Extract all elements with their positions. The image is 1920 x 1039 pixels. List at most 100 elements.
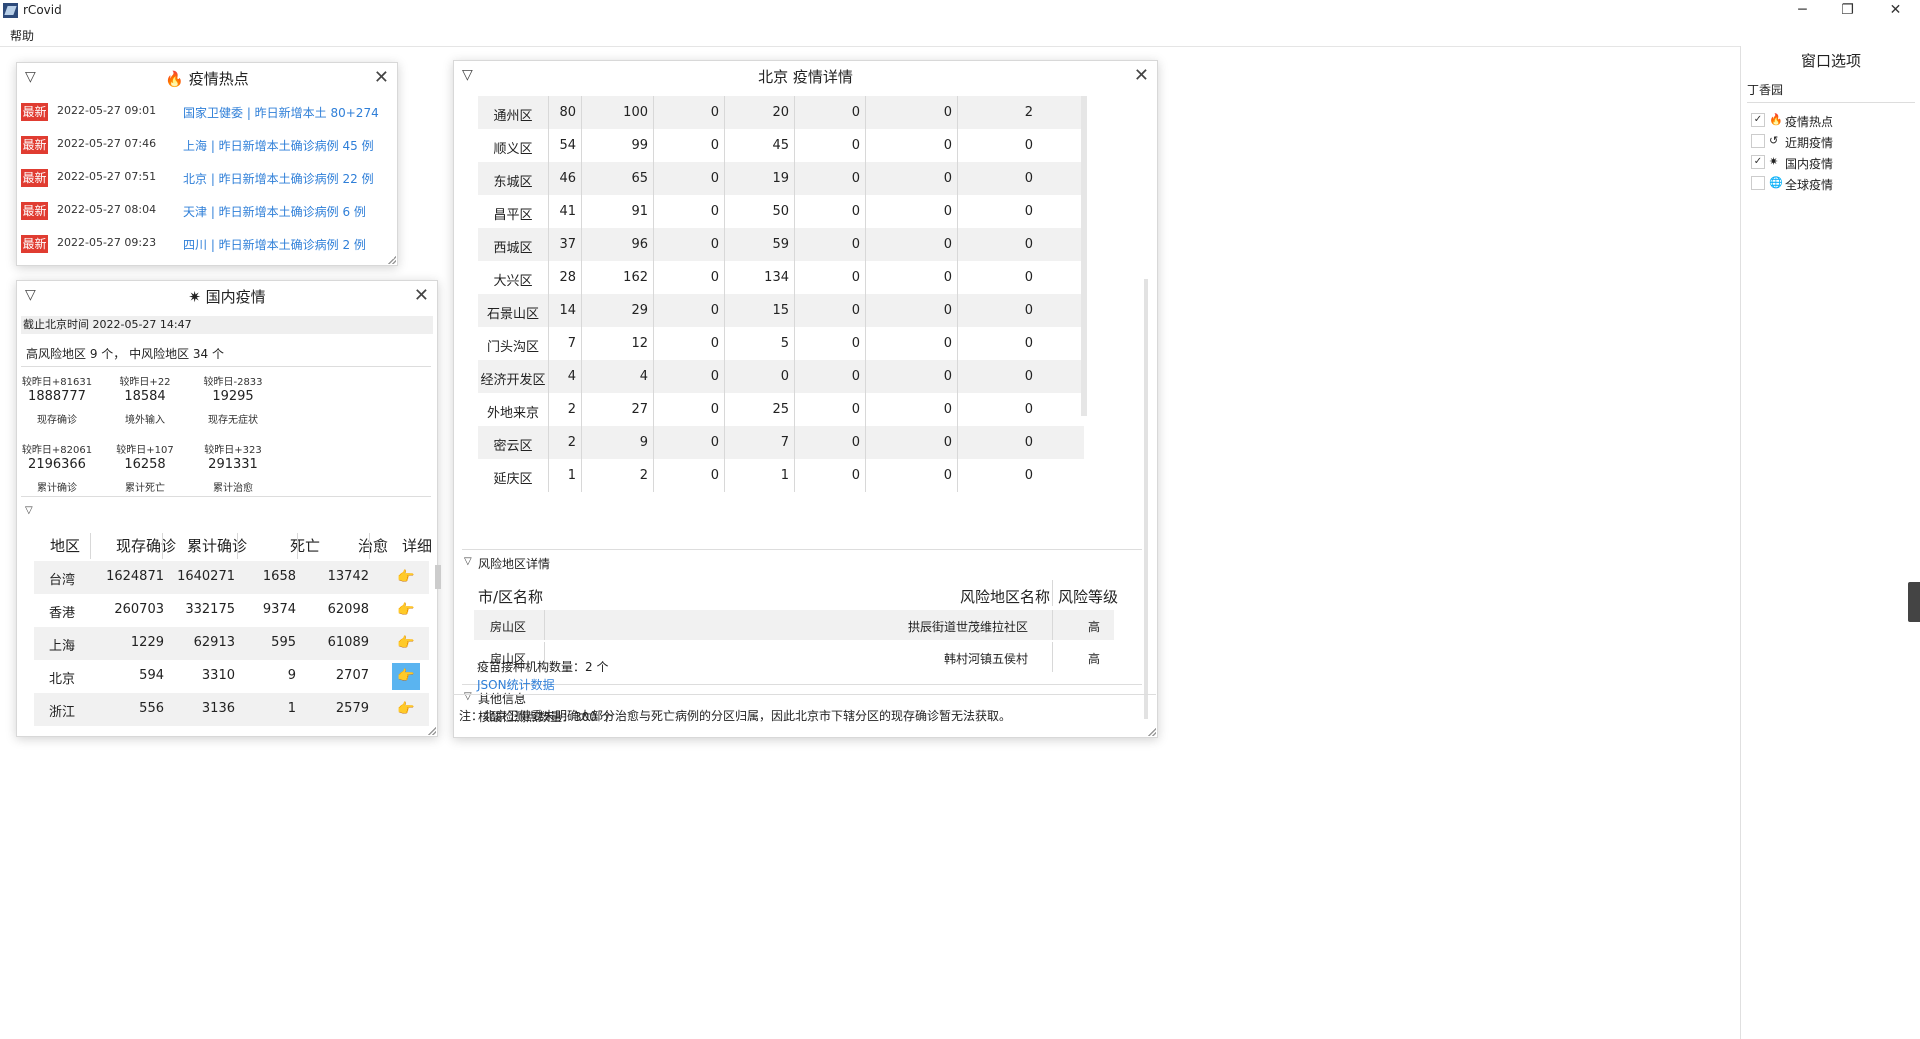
option-domestic[interactable]: ✓ ✷ 国内疫情	[1741, 152, 1920, 172]
table-row[interactable]: 浙江 556 3136 1 2579 👉	[34, 693, 429, 726]
column-separator	[724, 294, 725, 327]
theme-label: 丁香园	[1747, 83, 1784, 97]
close-icon[interactable]: ✕	[374, 67, 389, 88]
option-hot[interactable]: ✓ 🔥 疫情热点	[1741, 110, 1920, 130]
table-row[interactable]: 香港 260703 332175 9374 62098 👉	[34, 594, 429, 627]
risk-col-area[interactable]: 风险地区名称	[960, 586, 1050, 607]
district-row[interactable]: 外地来京 2 27 0 25 0 0 0	[478, 393, 1084, 426]
table-row[interactable]: 台湾 1624871 1640271 1658 13742 👉	[34, 561, 429, 594]
district-row[interactable]: 经济开发区 4 4 0 0 0 0 0	[478, 360, 1084, 393]
hot-news-link[interactable]: 国家卫健委 | 昨日新增本土 80+274	[183, 104, 379, 121]
checkbox-recent[interactable]	[1751, 134, 1765, 148]
detail-pointer-icon[interactable]: 👉	[392, 663, 420, 690]
column-separator	[865, 459, 866, 492]
district-row[interactable]: 延庆区 1 2 0 1 0 0 0	[478, 459, 1084, 492]
close-icon[interactable]: ✕	[1134, 65, 1149, 86]
close-window-button[interactable]: ✕	[1873, 0, 1918, 22]
collapse-triangle-icon[interactable]: ▽	[464, 691, 472, 702]
table-row[interactable]: 北京 594 3310 9 2707 👉	[34, 660, 429, 693]
checkbox-global[interactable]	[1751, 176, 1765, 190]
district-cell: 99	[631, 138, 648, 153]
column-separator	[865, 393, 866, 426]
scrollbar[interactable]	[1081, 96, 1087, 416]
minimize-button[interactable]: ─	[1780, 0, 1825, 22]
resize-grip[interactable]	[388, 256, 396, 264]
risk-col-city[interactable]: 市/区名称	[478, 586, 543, 607]
column-separator	[957, 96, 958, 129]
detail-pointer-icon[interactable]: 👉	[392, 564, 420, 591]
column-separator	[653, 393, 654, 426]
district-cell: 2	[1024, 105, 1033, 120]
district-cell: 0	[710, 171, 719, 186]
district-row[interactable]: 通州区 80 100 0 20 0 0 2	[478, 96, 1084, 129]
district-row[interactable]: 顺义区 54 99 0 45 0 0 0	[478, 129, 1084, 162]
district-cell: 50	[772, 204, 789, 219]
restore-button[interactable]: ❐	[1825, 0, 1870, 22]
scrollbar[interactable]	[435, 565, 441, 589]
district-row[interactable]: 石景山区 14 29 0 15 0 0 0	[478, 294, 1084, 327]
district-row[interactable]: 昌平区 41 91 0 50 0 0 0	[478, 195, 1084, 228]
district-row[interactable]: 密云区 2 9 0 7 0 0 0	[478, 426, 1084, 459]
district-row[interactable]: 东城区 46 65 0 19 0 0 0	[478, 162, 1084, 195]
column-separator	[724, 393, 725, 426]
district-cell: 45	[772, 138, 789, 153]
district-row[interactable]: 门头沟区 7 12 0 5 0 0 0	[478, 327, 1084, 360]
column-separator	[653, 360, 654, 393]
table-row[interactable]: 上海 1229 62913 595 61089 👉	[34, 627, 429, 660]
district-cell: 91	[631, 204, 648, 219]
resize-grip[interactable]	[1148, 728, 1156, 736]
district-cell: 0	[710, 435, 719, 450]
col-death[interactable]: 死亡	[290, 535, 320, 556]
title-bar: rCovid ─ ❐ ✕	[0, 0, 1920, 22]
district-cell: 0	[710, 369, 719, 384]
column-separator	[653, 129, 654, 162]
detail-pointer-icon[interactable]: 👉	[392, 630, 420, 657]
cell-value: 595	[271, 635, 296, 650]
checkbox-hot[interactable]: ✓	[1751, 113, 1765, 127]
menu-help[interactable]: 帮助	[10, 27, 34, 44]
column-separator	[653, 261, 654, 294]
column-separator	[724, 360, 725, 393]
detail-pointer-icon[interactable]: 👉	[392, 696, 420, 723]
detail-pointer-icon[interactable]: 👉	[392, 597, 420, 624]
option-global[interactable]: 🌐 全球疫情	[1741, 173, 1920, 193]
hot-news-link[interactable]: 天津 | 昨日新增本土确诊病例 6 例	[183, 203, 366, 220]
col-region[interactable]: 地区	[50, 535, 80, 556]
district-cell: 20	[772, 105, 789, 120]
district-cell: 4	[639, 369, 648, 384]
collapse-triangle-icon[interactable]: ▽	[25, 505, 33, 516]
column-separator	[794, 195, 795, 228]
col-total[interactable]: 累计确诊	[187, 535, 247, 556]
hot-news-link[interactable]: 北京 | 昨日新增本土确诊病例 22 例	[183, 170, 374, 187]
risk-level: 高	[1087, 620, 1100, 634]
json-link[interactable]: JSON统计数据	[477, 676, 555, 693]
district-cell: 12	[631, 336, 648, 351]
district-cell: 1	[780, 468, 789, 483]
outer-scrollbar[interactable]	[1144, 279, 1148, 719]
district-cell: 0	[851, 402, 860, 417]
resize-grip[interactable]	[428, 727, 436, 735]
beijing-panel: ▽ 北京 疫情详情 ✕ 通州区 80 100 0 20 0 0 2 顺义区 54 99 0 45 0 0 0 东…	[453, 60, 1158, 738]
checkbox-domestic[interactable]: ✓	[1751, 155, 1765, 169]
hot-news-header: ▽ 🔥 疫情热点 ✕	[17, 63, 397, 91]
hot-news-link[interactable]: 四川 | 昨日新增本土确诊病例 2 例	[183, 236, 366, 253]
col-current[interactable]: 现存确诊	[116, 535, 176, 556]
domestic-title: 国内疫情	[205, 288, 266, 306]
new-badge: 最新	[21, 103, 48, 121]
col-cured[interactable]: 治愈	[358, 535, 388, 556]
district-cell: 28	[559, 270, 576, 285]
column-separator	[794, 261, 795, 294]
close-icon[interactable]: ✕	[414, 285, 429, 306]
district-cell: 80	[559, 105, 576, 120]
district-cell: 0	[710, 303, 719, 318]
option-recent[interactable]: ↺ 近期疫情	[1741, 131, 1920, 151]
risk-col-level[interactable]: 风险等级	[1058, 586, 1118, 607]
hot-news-link[interactable]: 上海 | 昨日新增本土确诊病例 45 例	[183, 137, 374, 154]
column-separator	[794, 393, 795, 426]
column-separator	[581, 162, 582, 195]
stat-delta: 较昨日+81631	[21, 377, 93, 388]
collapse-triangle-icon[interactable]: ▽	[464, 556, 472, 567]
district-row[interactable]: 西城区 37 96 0 59 0 0 0	[478, 228, 1084, 261]
district-row[interactable]: 大兴区 28 162 0 134 0 0 0	[478, 261, 1084, 294]
side-handle[interactable]	[1908, 582, 1920, 622]
